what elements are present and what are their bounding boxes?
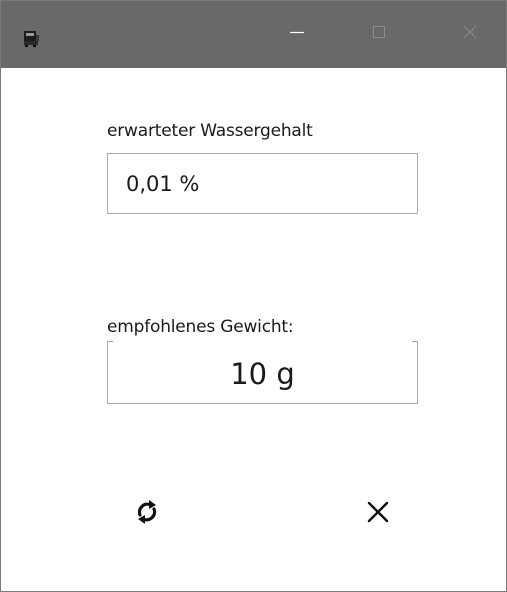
water-content-value: 0,01 % [126,172,200,196]
water-content-input[interactable]: 0,01 % [107,153,418,214]
title-bar[interactable] [1,1,506,68]
display-tick-right [412,341,418,342]
app-window: erwarteter Wassergehalt 0,01 % empfohlen… [0,0,507,592]
water-content-label: erwarteter Wassergehalt [107,121,313,141]
window-close-button[interactable] [446,1,494,68]
app-icon [23,29,41,47]
close-icon [462,24,478,45]
recommended-weight-display: 10 g [107,341,418,404]
maximize-button[interactable] [355,1,403,68]
minimize-icon [289,24,305,45]
refresh-icon [132,497,162,532]
display-tick-left [107,341,113,342]
recommended-weight-label: empfohlenes Gewicht: [107,317,294,337]
cancel-icon [365,499,391,530]
maximize-icon [371,24,387,45]
recommended-weight-value: 10 g [230,357,295,391]
refresh-button[interactable] [125,492,169,536]
minimize-button[interactable] [273,1,321,68]
cancel-button[interactable] [356,492,400,536]
